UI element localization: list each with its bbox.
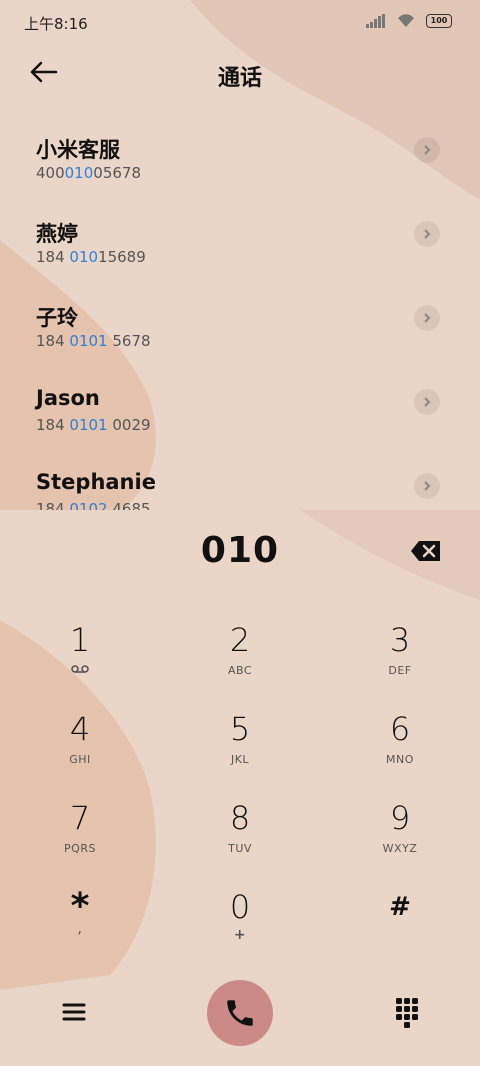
key-9[interactable]: 9 WXYZ [340, 798, 460, 878]
voicemail-icon [20, 664, 140, 678]
key-2[interactable]: 2 ABC [180, 620, 300, 700]
page-title: 通话 [217, 66, 262, 91]
contact-number: 184 01015689 [36, 248, 146, 266]
contact-name: 子玲 [36, 306, 78, 330]
dialpad-grid-icon[interactable] [394, 996, 420, 1030]
contact-name: 燕婷 [36, 222, 78, 246]
contact-item[interactable]: 小米客服 40001005678 [0, 120, 480, 204]
contact-number: 184 0101 5678 [36, 332, 151, 350]
battery-icon: 100 [426, 14, 452, 28]
key-1[interactable]: 1 [20, 620, 140, 700]
contact-number: 184 0101 0029 [36, 416, 151, 434]
backspace-icon[interactable] [410, 540, 442, 562]
call-button[interactable] [207, 980, 273, 1046]
chevron-right-icon[interactable] [414, 389, 440, 415]
chevron-right-icon[interactable] [414, 305, 440, 331]
contact-item[interactable]: Jason 184 0101 0029 [0, 372, 480, 456]
key-7[interactable]: 7 PQRS [20, 798, 140, 878]
key-3[interactable]: 3 DEF [340, 620, 460, 700]
contact-item[interactable]: Stephanie 184 0102 4685 [0, 456, 480, 510]
status-bar: 上午8:16 100 [0, 0, 480, 44]
chevron-right-icon[interactable] [414, 137, 440, 163]
menu-icon[interactable] [60, 998, 88, 1026]
status-time: 上午8:16 [24, 15, 88, 33]
bottom-bar [0, 978, 480, 1048]
key-4[interactable]: 4 GHI [20, 709, 140, 789]
phone-icon [227, 1000, 253, 1026]
key-0[interactable]: 0 + [180, 887, 300, 967]
key-5[interactable]: 5 JKL [180, 709, 300, 789]
contact-name: 小米客服 [36, 138, 120, 162]
header: 通话 [0, 48, 480, 96]
key-star[interactable]: * , [20, 887, 140, 967]
key-8[interactable]: 8 TUV [180, 798, 300, 878]
contact-item[interactable]: 燕婷 184 01015689 [0, 204, 480, 288]
contact-number: 40001005678 [36, 164, 141, 182]
contact-name: Jason [36, 386, 100, 410]
dialed-number: 010 [200, 530, 280, 571]
chevron-right-icon[interactable] [414, 473, 440, 499]
contact-item[interactable]: 子玲 184 0101 5678 [0, 288, 480, 372]
contact-suggestions-list: 小米客服 40001005678 燕婷 184 01015689 子玲 184 … [0, 120, 480, 510]
wifi-icon [398, 14, 414, 27]
contact-number: 184 0102 4685 [36, 500, 151, 510]
contact-name: Stephanie [36, 470, 156, 494]
key-6[interactable]: 6 MNO [340, 709, 460, 789]
signal-icon [366, 14, 385, 28]
chevron-right-icon[interactable] [414, 221, 440, 247]
key-hash[interactable]: # [340, 887, 460, 967]
status-icons: 100 [366, 14, 452, 28]
